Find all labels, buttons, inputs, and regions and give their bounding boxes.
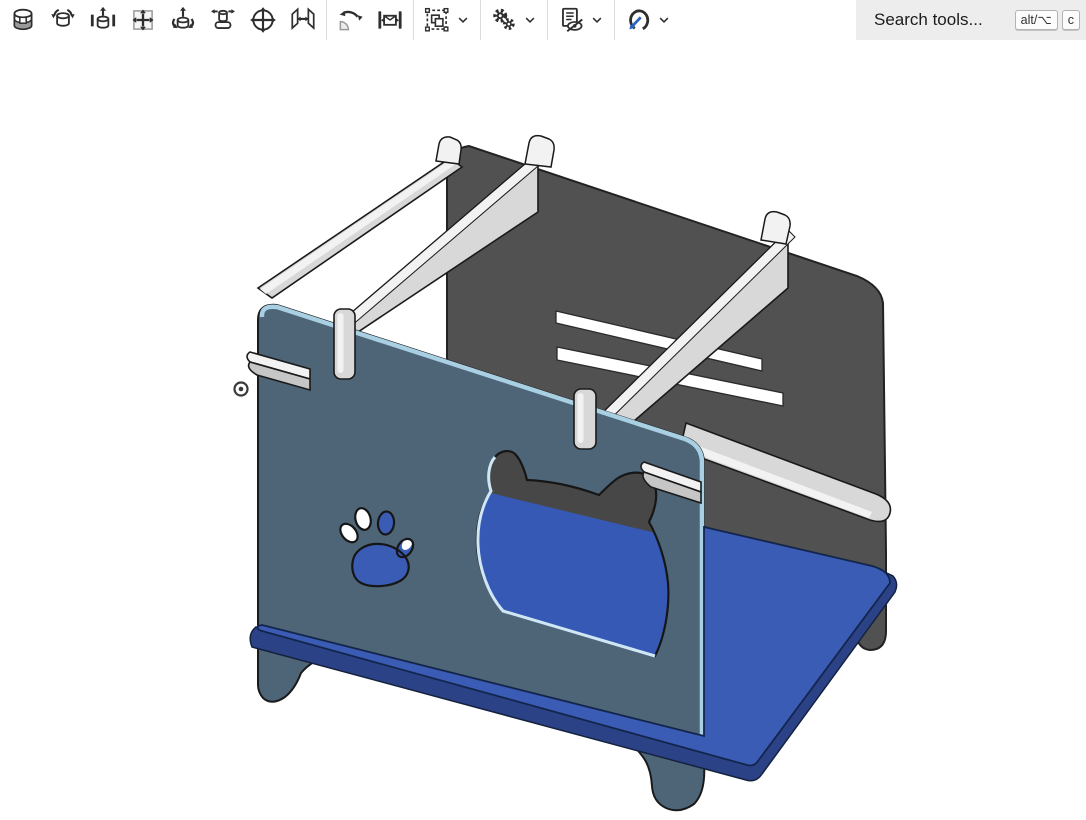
app-window: alt/⌥c [0,0,1086,820]
toolbar-group [480,0,547,40]
toolbar-button-settings-gears[interactable] [484,1,544,39]
toolbar-group [547,0,614,40]
toolbar-button-select-tools[interactable] [417,1,477,39]
toolbar-button-orbit-up[interactable] [163,1,203,39]
select-tools-icon [422,5,452,35]
shortcut-keycaps: alt/⌥ c [1014,9,1080,31]
toolbar-button-orbit-tool[interactable] [618,1,678,39]
hide-items-icon [556,5,586,35]
toolbar-group [614,0,681,40]
toolbar-button-pan-cylinder[interactable] [83,1,123,39]
toolbar-button-orbit-cylinder[interactable] [43,1,83,39]
toolbar-button-sphere-orbit[interactable] [243,1,283,39]
toolbar-group [413,0,480,40]
toolbar-button-zoom-to-fit[interactable] [370,1,410,39]
pan-cylinder-icon [88,5,118,35]
rail-tab [760,210,791,245]
orbit-up-icon [168,5,198,35]
rotate-view-icon [335,5,365,35]
shortcut-keycap: c [1061,9,1080,31]
plank-front-tab [333,308,356,380]
toolbar-button-pan-view[interactable] [123,1,163,39]
toolbar-button-hide-items[interactable] [551,1,611,39]
shortcut-keycap: alt/⌥ [1014,9,1058,31]
origin-marker[interactable] [233,381,249,397]
toolbar-button-turntable-rotate[interactable] [203,1,243,39]
toolbar-group [0,0,326,40]
toolbar-button-section-view[interactable] [3,1,43,39]
rail-tab [524,134,555,168]
toolbar-button-mirror-view[interactable] [283,1,323,39]
turntable-rotate-icon [208,5,238,35]
plank-front-tab [573,388,597,450]
chevron-down-icon [588,11,606,29]
orbit-tool-icon [623,5,653,35]
chevron-down-icon [521,11,539,29]
view-toolbar: alt/⌥c [0,0,1086,40]
orbit-cylinder-icon [48,5,78,35]
toolbar-button-rotate-view[interactable] [330,1,370,39]
toolbar-groups [0,0,681,40]
search-tools-input[interactable] [872,9,1010,31]
chevron-down-icon [655,11,673,29]
sphere-orbit-icon [248,5,278,35]
zoom-to-fit-icon [375,5,405,35]
chevron-down-icon [454,11,472,29]
3d-viewport[interactable] [0,0,1086,820]
pan-view-icon [128,5,158,35]
search-tools-box[interactable]: alt/⌥c [856,0,1086,40]
section-view-icon [8,5,38,35]
settings-gears-icon [489,5,519,35]
mirror-view-icon [288,5,318,35]
toolbar-group [326,0,413,40]
rail-tab [435,136,462,165]
